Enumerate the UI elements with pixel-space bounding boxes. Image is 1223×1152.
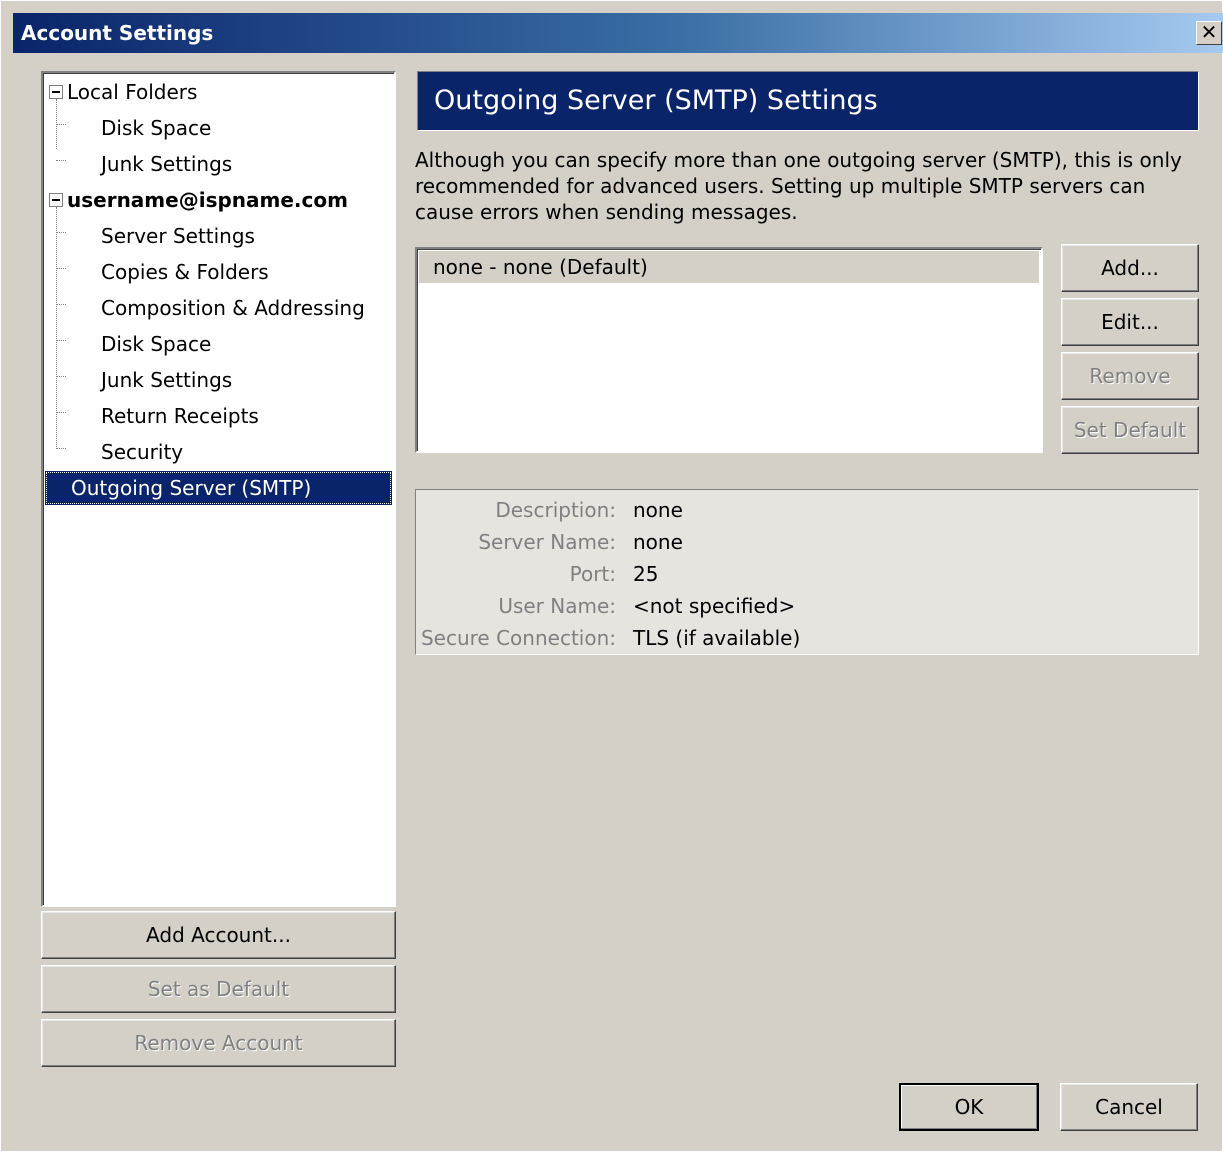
tree-item-label: Return Receipts — [101, 404, 259, 428]
remove-account-button[interactable]: Remove Account — [41, 1019, 396, 1067]
tree-connector — [56, 412, 66, 413]
detail-key: Server Name: — [478, 530, 616, 554]
tree-item-account[interactable]: username@ispname.com — [49, 183, 352, 217]
panel-header: Outgoing Server (SMTP) Settings — [417, 71, 1199, 131]
tree-item-local-junk-settings[interactable]: Junk Settings — [97, 147, 236, 181]
account-settings-dialog: Account Settings ✕ Local Folders Disk Sp… — [0, 0, 1223, 1152]
edit-server-button[interactable]: Edit... — [1061, 298, 1199, 346]
tree-item-label: username@ispname.com — [67, 188, 348, 212]
add-account-button[interactable]: Add Account... — [41, 911, 396, 959]
tree-item-label: Copies & Folders — [101, 260, 269, 284]
tree-connector — [56, 304, 66, 305]
tree-connector — [56, 268, 66, 269]
tree-item-label: Security — [101, 440, 184, 464]
cancel-button[interactable]: Cancel — [1060, 1083, 1198, 1131]
list-item[interactable]: none - none (Default) — [419, 251, 1039, 283]
tree-item-label: Disk Space — [101, 116, 212, 140]
detail-value: 25 — [633, 562, 659, 586]
detail-value: TLS (if available) — [633, 626, 801, 650]
window-title: Account Settings — [21, 21, 214, 45]
tree-item-label: Junk Settings — [101, 368, 233, 392]
tree-item-local-folders[interactable]: Local Folders — [49, 75, 201, 109]
tree-item-return-receipts[interactable]: Return Receipts — [97, 399, 263, 433]
tree-connector — [56, 376, 66, 377]
account-tree[interactable]: Local Folders Disk Space Junk Settings u… — [41, 71, 396, 907]
tree-item-label: Junk Settings — [101, 152, 233, 176]
remove-server-button[interactable]: Remove — [1061, 352, 1199, 400]
set-as-default-button[interactable]: Set as Default — [41, 965, 396, 1013]
detail-row: Secure Connection: TLS (if available) — [416, 622, 1198, 654]
collapse-icon[interactable] — [49, 84, 63, 99]
panel-description: Although you can specify more than one o… — [415, 148, 1182, 224]
smtp-server-list[interactable]: none - none (Default) — [415, 247, 1043, 453]
detail-value: none — [633, 498, 683, 522]
detail-row: Server Name: none — [416, 526, 1198, 558]
tree-item-security[interactable]: Security — [97, 435, 187, 469]
tree-item-server-settings[interactable]: Server Settings — [97, 219, 259, 253]
detail-key: Secure Connection: — [420, 626, 616, 650]
ok-button[interactable]: OK — [899, 1083, 1039, 1131]
tree-connector — [56, 448, 66, 449]
tree-connector — [56, 160, 66, 161]
detail-key: Port: — [569, 562, 616, 586]
add-server-button[interactable]: Add... — [1061, 244, 1199, 292]
set-default-server-button[interactable]: Set Default — [1061, 406, 1199, 454]
detail-row: Port: 25 — [416, 558, 1198, 590]
detail-value: <not specified> — [633, 594, 796, 618]
detail-key: User Name: — [498, 594, 616, 618]
tree-connector — [56, 124, 66, 125]
tree-item-label: Disk Space — [101, 332, 212, 356]
close-button[interactable]: ✕ — [1196, 21, 1222, 45]
detail-row: Description: none — [416, 494, 1198, 526]
panel-title: Outgoing Server (SMTP) Settings — [434, 85, 878, 116]
detail-row: User Name: <not specified> — [416, 590, 1198, 622]
tree-connector — [56, 232, 66, 233]
tree-item-label: Outgoing Server (SMTP) — [71, 476, 312, 500]
detail-value: none — [633, 530, 683, 554]
tree-item-label: Server Settings — [101, 224, 255, 248]
tree-item-junk-settings[interactable]: Junk Settings — [97, 363, 236, 397]
tree-item-label: Composition & Addressing — [101, 296, 365, 320]
server-details: Description: none Server Name: none Port… — [415, 489, 1199, 655]
tree-item-composition-addressing[interactable]: Composition & Addressing — [97, 291, 369, 325]
tree-item-disk-space[interactable]: Disk Space — [97, 327, 215, 361]
tree-connector — [56, 207, 57, 447]
tree-item-local-disk-space[interactable]: Disk Space — [97, 111, 215, 145]
tree-item-copies-folders[interactable]: Copies & Folders — [97, 255, 273, 289]
collapse-icon[interactable] — [49, 192, 63, 207]
tree-item-label: Local Folders — [67, 80, 198, 104]
title-bar[interactable]: Account Settings ✕ — [13, 13, 1223, 53]
detail-key: Description: — [495, 498, 616, 522]
tree-connector — [56, 340, 66, 341]
tree-item-outgoing-server[interactable]: Outgoing Server (SMTP) — [45, 471, 392, 505]
